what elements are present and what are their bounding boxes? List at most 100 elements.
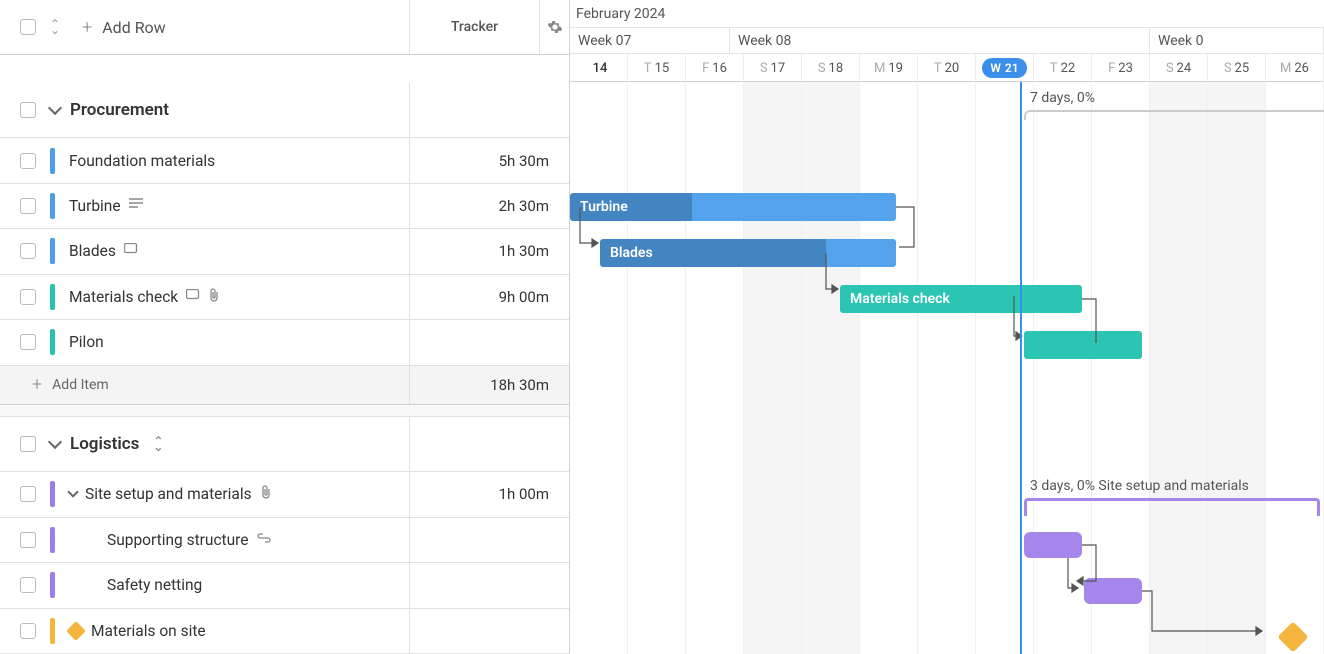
day-cell[interactable]: S25	[1208, 54, 1266, 82]
day-cell[interactable]: 14	[570, 54, 628, 82]
task-label: Site setup and materials	[85, 485, 252, 503]
task-summary-bracket[interactable]	[1024, 498, 1320, 508]
week-cell: Week 08	[730, 28, 1150, 53]
day-cell[interactable]: S24	[1150, 54, 1208, 82]
day-cell[interactable]: T15	[628, 54, 686, 82]
add-item-label: Add Item	[52, 377, 109, 393]
task-label: Foundation materials	[69, 152, 215, 170]
attachment-icon	[208, 288, 220, 306]
row-checkbox[interactable]	[20, 289, 36, 305]
group-summary-label: 7 days, 0%	[1030, 90, 1095, 106]
gantt-bar-materials-check[interactable]: Materials check	[840, 285, 1082, 313]
chevron-down-icon	[48, 435, 62, 449]
plus-icon: +	[32, 374, 42, 395]
column-settings-button[interactable]	[539, 0, 569, 54]
day-cell[interactable]: M26	[1266, 54, 1324, 82]
gantt-bar-label: Turbine	[580, 199, 628, 215]
row-checkbox[interactable]	[20, 334, 36, 350]
day-cell[interactable]: T22	[1034, 54, 1092, 82]
timeline-panel: February 2024 Week 07 Week 08 Week 0 14T…	[570, 0, 1324, 654]
collapse-icon[interactable]: ⌃⌄	[153, 437, 163, 451]
row-checkbox[interactable]	[20, 623, 36, 639]
row-checkbox[interactable]	[20, 577, 36, 593]
task-label: Supporting structure	[107, 531, 249, 549]
gantt-bar-safety[interactable]	[1084, 578, 1142, 604]
task-row[interactable]: Materials on site	[0, 609, 569, 654]
task-row[interactable]: Foundation materials 5h 30m	[0, 138, 569, 183]
row-checkbox[interactable]	[20, 243, 36, 259]
tracker-value: 1h 00m	[410, 485, 569, 503]
row-checkbox[interactable]	[20, 198, 36, 214]
color-indicator	[50, 284, 55, 310]
gantt-bar-label: Materials check	[850, 291, 950, 307]
row-checkbox[interactable]	[20, 153, 36, 169]
timeline-body[interactable]: Turbine Blades	[570, 82, 1324, 654]
task-row[interactable]: Materials check 9h 00m	[0, 275, 569, 320]
row-checkbox[interactable]	[20, 486, 36, 502]
group-header-logistics[interactable]: Logistics ⌃⌄	[0, 417, 569, 472]
attachment-icon	[260, 485, 272, 503]
group-checkbox[interactable]	[20, 102, 36, 118]
add-row-button[interactable]: + Add Row	[74, 11, 174, 44]
color-indicator	[50, 527, 55, 553]
day-cell[interactable]: M19	[860, 54, 918, 82]
month-label: February 2024	[570, 0, 1324, 28]
task-label: Materials on site	[91, 622, 206, 640]
today-pill: W21	[982, 58, 1026, 78]
gantt-bar-supporting[interactable]	[1024, 532, 1082, 558]
gantt-bar-pilon[interactable]	[1024, 331, 1142, 359]
group-title-label: Logistics	[70, 434, 139, 454]
day-cell[interactable]: S17	[744, 54, 802, 82]
day-cell[interactable]: S18	[802, 54, 860, 82]
chevron-down-icon	[48, 101, 62, 115]
row-checkbox[interactable]	[20, 532, 36, 548]
add-item-row[interactable]: + Add Item 18h 30m	[0, 366, 569, 406]
task-label: Safety netting	[107, 576, 202, 594]
task-row[interactable]: Safety netting	[0, 563, 569, 608]
group-checkbox[interactable]	[20, 436, 36, 452]
tracker-value: 2h 30m	[410, 197, 569, 215]
day-cell[interactable]: F16	[686, 54, 744, 82]
color-indicator	[50, 618, 55, 644]
group-header-procurement[interactable]: Procurement	[0, 83, 569, 138]
gantt-bar-label: Blades	[610, 245, 653, 261]
color-indicator	[50, 238, 55, 264]
gantt-bar-blades[interactable]: Blades	[600, 239, 896, 267]
color-indicator	[50, 193, 55, 219]
task-row[interactable]: Supporting structure	[0, 518, 569, 563]
task-list-panel: ⌃⌄ + Add Row Tracker Procurement	[0, 0, 570, 654]
week-cell: Week 07	[570, 28, 730, 53]
group-total: 18h 30m	[410, 376, 569, 394]
task-row[interactable]: Turbine 2h 30m	[0, 184, 569, 229]
task-row[interactable]: Site setup and materials 1h 00m	[0, 472, 569, 517]
tracker-value: 1h 30m	[410, 242, 569, 260]
day-cell[interactable]: F23	[1092, 54, 1150, 82]
plus-icon: +	[82, 17, 92, 38]
comment-icon	[124, 243, 138, 259]
color-indicator	[50, 572, 55, 598]
gantt-milestone[interactable]	[1277, 621, 1308, 652]
tracker-value: 5h 30m	[410, 152, 569, 170]
gantt-bar-turbine[interactable]: Turbine	[570, 193, 896, 221]
gear-icon	[547, 19, 563, 35]
task-label: Blades	[69, 242, 116, 260]
task-label: Pilon	[69, 333, 104, 351]
task-row[interactable]: Pilon	[0, 320, 569, 365]
collapse-all-icon[interactable]: ⌃⌄	[50, 20, 60, 34]
group-title-label: Procurement	[70, 100, 169, 120]
group-summary-bracket	[1024, 110, 1324, 120]
select-all-checkbox[interactable]	[20, 19, 36, 35]
today-line	[1020, 82, 1022, 654]
chevron-down-icon[interactable]	[67, 487, 78, 498]
timeline-header: February 2024 Week 07 Week 08 Week 0 14T…	[570, 0, 1324, 82]
color-indicator	[50, 329, 55, 355]
task-row[interactable]: Blades 1h 30m	[0, 229, 569, 274]
day-cell[interactable]: W21	[976, 54, 1034, 82]
milestone-icon	[66, 621, 86, 641]
day-cell[interactable]: T20	[918, 54, 976, 82]
task-label: Turbine	[69, 197, 121, 215]
task-summary-label: 3 days, 0% Site setup and materials	[1030, 478, 1249, 494]
task-label: Materials check	[69, 288, 178, 306]
tracker-column-header[interactable]: Tracker	[410, 19, 539, 35]
list-header: ⌃⌄ + Add Row Tracker	[0, 0, 569, 55]
